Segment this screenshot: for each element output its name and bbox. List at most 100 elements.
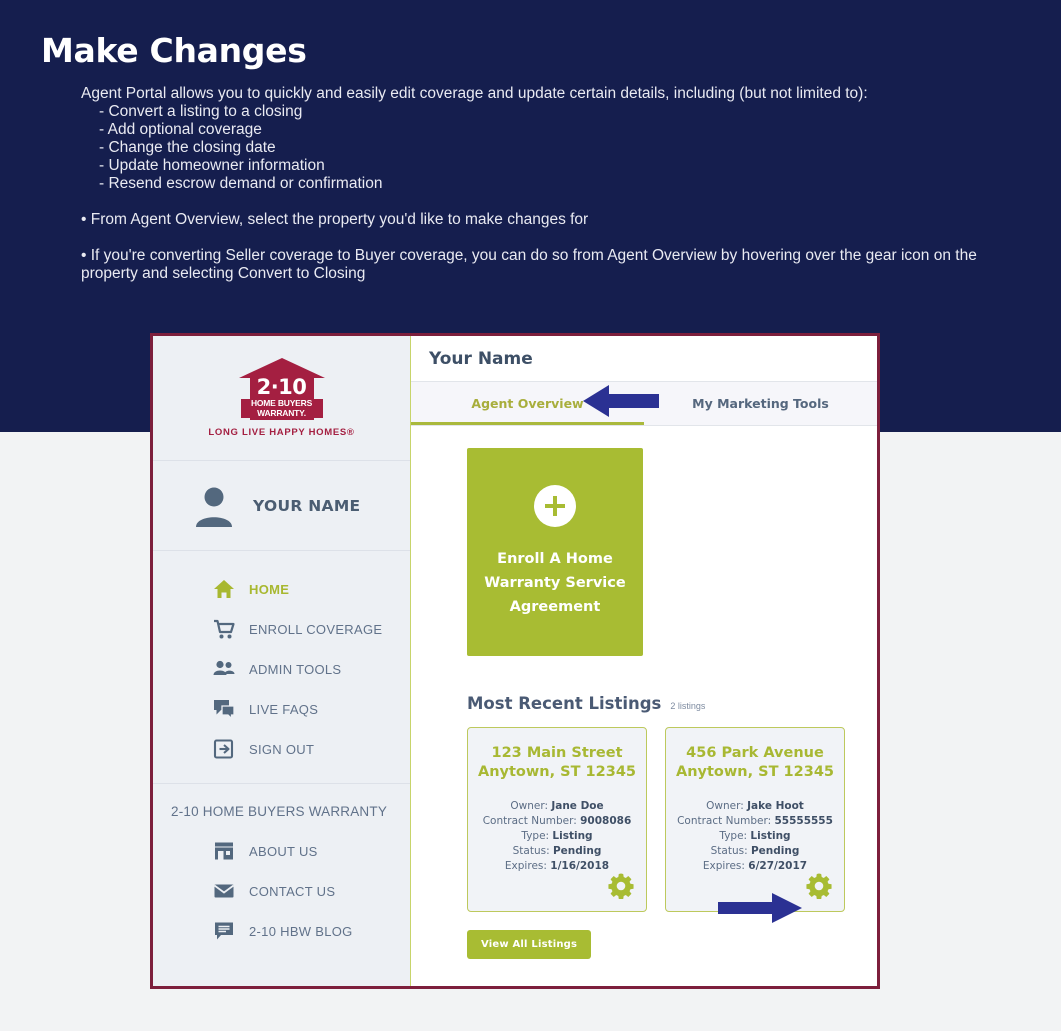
listing-meta: Owner: Jane Doe Contract Number: 9008086… (468, 799, 646, 874)
slide-bullet-1: • From Agent Overview, select the proper… (81, 211, 589, 228)
listing-status-value: Pending (750, 845, 800, 857)
listing-expires-value: 6/27/2017 (748, 860, 808, 872)
listing-expires-row: Expires: 1/16/2018 (468, 859, 646, 874)
slide-bullet-2: • If you're converting Seller coverage t… (81, 247, 982, 282)
sidebar-item-sign-out[interactable]: SIGN OUT (153, 729, 410, 769)
listing-street: 123 Main Street (491, 745, 623, 761)
listing-status-label: Status: (710, 845, 748, 857)
sidebar-item-about-us[interactable]: ABOUT US (153, 831, 410, 871)
listing-owner-label: Owner: (706, 800, 744, 812)
main-header: Your Name (411, 336, 877, 382)
slide-sub-item: - Update homeowner information (99, 157, 325, 174)
sidebar-item-label: 2-10 HBW BLOG (249, 923, 353, 939)
enroll-line-1: Enroll A Home (497, 551, 613, 567)
sidebar-footer: 2-10 HOME BUYERS WARRANTY ABOUT US CONTA… (153, 784, 410, 961)
sidebar-item-contact-us[interactable]: CONTACT US (153, 871, 410, 911)
listing-type-label: Type: (719, 830, 748, 842)
user-avatar-icon (196, 487, 232, 527)
enroll-card-text: Enroll A Home Warranty Service Agreement (484, 547, 625, 619)
sidebar-item-home[interactable]: HOME (153, 569, 410, 609)
listing-contract-value: 9008086 (580, 815, 632, 827)
logo-hbw-text: HOME BUYERS WARRANTY. (240, 398, 323, 418)
sidebar-item-label: CONTACT US (249, 883, 336, 899)
sidebar-item-admin-tools[interactable]: ADMIN TOOLS (153, 649, 410, 689)
storefront-icon (215, 842, 233, 860)
listings-count: 2 listings (670, 701, 706, 711)
slide-sub-item: - Add optional coverage (99, 121, 262, 138)
gear-icon[interactable] (806, 873, 832, 899)
annotation-arrow-left (583, 385, 659, 417)
enroll-home-warranty-button[interactable]: Enroll A Home Warranty Service Agreement (467, 448, 643, 656)
slide-sub-item: - Convert a listing to a closing (99, 103, 303, 120)
tab-label: Agent Overview (471, 396, 584, 411)
people-icon (213, 660, 235, 675)
listing-expires-label: Expires: (702, 860, 745, 872)
tab-my-marketing-tools[interactable]: My Marketing Tools (644, 382, 877, 425)
listing-owner-label: Owner: (510, 800, 548, 812)
listing-type-value: Listing (552, 830, 593, 842)
listing-address: 456 Park Avenue Anytown, ST 12345 (666, 744, 844, 782)
user-name-label: YOUR NAME (253, 496, 361, 515)
listing-type-row: Type: Listing (666, 829, 844, 844)
gear-icon[interactable] (608, 873, 634, 899)
brand-logo[interactable]: 2·10 HOME BUYERS WARRANTY. LONG LIVE HAP… (153, 336, 410, 461)
listing-cards: 123 Main Street Anytown, ST 12345 Owner:… (467, 727, 877, 912)
listing-owner-value: Jake Hoot (747, 800, 804, 812)
chat-bubbles-icon (214, 700, 235, 720)
page-title: Make Changes (41, 31, 307, 70)
listing-card[interactable]: 456 Park Avenue Anytown, ST 12345 Owner:… (665, 727, 845, 912)
listing-contract-row: Contract Number: 55555555 (666, 814, 844, 829)
house-logo-icon: 2·10 HOME BUYERS WARRANTY. (238, 358, 325, 420)
listing-city: Anytown, ST 12345 (478, 764, 636, 780)
cart-icon (214, 619, 235, 639)
listing-type-value: Listing (750, 830, 791, 842)
listing-address: 123 Main Street Anytown, ST 12345 (468, 744, 646, 782)
view-all-listings-button[interactable]: View All Listings (467, 930, 592, 959)
sidebar-item-label: ENROLL COVERAGE (249, 621, 383, 637)
listing-city: Anytown, ST 12345 (676, 764, 834, 780)
sidebar-item-label: ADMIN TOOLS (249, 661, 342, 677)
sidebar-item-live-faqs[interactable]: LIVE FAQS (153, 689, 410, 729)
listing-status-row: Status: Pending (468, 844, 646, 859)
listing-expires-label: Expires: (504, 860, 547, 872)
slide-sub-item: - Change the closing date (99, 139, 276, 156)
logo-hbw-line2: WARRANTY. (240, 408, 323, 418)
main-panel: Your Name Agent Overview My Marketing To… (411, 336, 877, 986)
listing-owner-row: Owner: Jane Doe (468, 799, 646, 814)
enroll-line-2: Warranty Service (484, 575, 626, 591)
listing-status-label: Status: (512, 845, 550, 857)
sidebar-item-enroll-coverage[interactable]: ENROLL COVERAGE (153, 609, 410, 649)
sidebar-item-hbw-blog[interactable]: 2-10 HBW BLOG (153, 911, 410, 951)
slide-sub-item: - Resend escrow demand or confirmation (99, 175, 383, 192)
listing-contract-label: Contract Number: (677, 815, 772, 827)
slide-body-text: Agent Portal allows you to quickly and e… (81, 85, 981, 283)
user-profile[interactable]: YOUR NAME (153, 461, 410, 551)
listing-contract-value: 55555555 (774, 815, 833, 827)
sidebar-item-label: SIGN OUT (249, 741, 315, 757)
listings-heading-row: Most Recent Listings 2 listings (467, 694, 877, 713)
sidebar-footer-heading: 2-10 HOME BUYERS WARRANTY (171, 804, 388, 819)
listing-type-label: Type: (521, 830, 550, 842)
slide-page: Make Changes Agent Portal allows you to … (0, 0, 1061, 1031)
listing-type-row: Type: Listing (468, 829, 646, 844)
sign-out-icon (213, 739, 234, 759)
listing-expires-row: Expires: 6/27/2017 (666, 859, 844, 874)
app-screenshot-frame: 2·10 HOME BUYERS WARRANTY. LONG LIVE HAP… (150, 333, 880, 989)
sidebar-item-label: ABOUT US (249, 843, 318, 859)
listing-card[interactable]: 123 Main Street Anytown, ST 12345 Owner:… (467, 727, 647, 912)
sidebar-nav: HOME ENROLL COVERAGE ADMIN TOOLS LIVE FA… (153, 551, 410, 784)
sidebar: 2·10 HOME BUYERS WARRANTY. LONG LIVE HAP… (153, 336, 411, 986)
main-header-title: Your Name (429, 348, 533, 369)
listing-owner-row: Owner: Jake Hoot (666, 799, 844, 814)
listing-meta: Owner: Jake Hoot Contract Number: 555555… (666, 799, 844, 874)
listing-contract-label: Contract Number: (482, 815, 577, 827)
listing-owner-value: Jane Doe (551, 800, 604, 812)
listings-heading: Most Recent Listings (467, 694, 662, 713)
annotation-arrow-right (718, 893, 802, 923)
enroll-line-3: Agreement (509, 599, 601, 615)
main-content: Enroll A Home Warranty Service Agreement… (411, 426, 877, 986)
tab-label: My Marketing Tools (692, 396, 829, 411)
listing-expires-value: 1/16/2018 (550, 860, 610, 872)
